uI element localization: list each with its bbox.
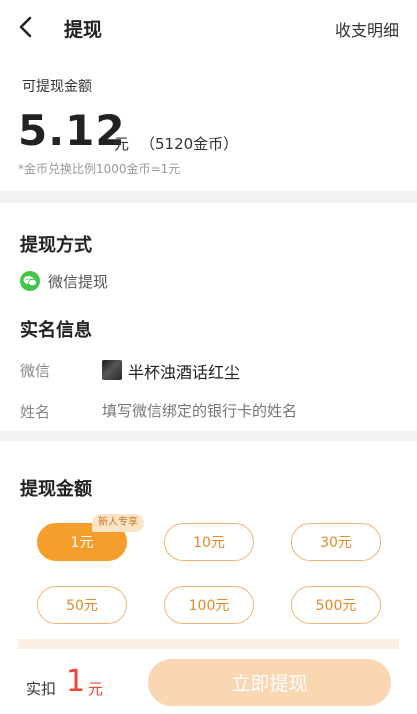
amount-title: 提现金额 <box>20 479 92 500</box>
balance-coins: （5120金币） <box>140 135 239 153</box>
amount-option-50[interactable]: 50元 <box>37 586 127 624</box>
page-title: 提现 <box>64 19 103 41</box>
decorative-divider <box>18 639 399 649</box>
balance-unit: 元 <box>114 135 130 153</box>
footer-bar: 实扣 1 元 立即提现 <box>0 650 417 714</box>
balance-section: 可提现金额 5.12 元 （5120金币） *金币兑换比例1000金币=1元 <box>0 56 417 191</box>
new-user-badge: 新人专享 <box>92 514 144 532</box>
balance-label: 可提现金额 <box>22 79 92 95</box>
method-section: 提现方式 微信提现 实名信息 微信 半杯浊酒话红尘 姓名 <box>0 203 417 431</box>
pay-label: 实扣 <box>26 680 57 698</box>
pay-unit: 元 <box>88 680 104 698</box>
amount-option-100[interactable]: 100元 <box>164 586 254 624</box>
balance-amount: 5.12 <box>18 106 126 155</box>
amount-option-500[interactable]: 500元 <box>291 586 381 624</box>
details-link[interactable]: 收支明细 <box>335 17 399 41</box>
amount-option-10[interactable]: 10元 <box>164 523 254 561</box>
method-title: 提现方式 <box>20 235 92 256</box>
pay-amount: 1 <box>66 664 86 699</box>
withdraw-button[interactable]: 立即提现 <box>148 659 391 706</box>
wechat-label: 微信 <box>20 362 51 380</box>
back-icon[interactable] <box>14 14 40 40</box>
exchange-rate-note: *金币兑换比例1000金币=1元 <box>18 162 181 176</box>
wechat-option-label: 微信提现 <box>48 273 109 291</box>
name-label: 姓名 <box>20 403 51 421</box>
amount-option-30[interactable]: 30元 <box>291 523 381 561</box>
name-input[interactable] <box>102 400 382 422</box>
wechat-nickname: 半杯浊酒话红尘 <box>128 363 241 382</box>
header-bar: 提现 收支明细 <box>0 0 417 56</box>
realname-title: 实名信息 <box>20 320 92 341</box>
wechat-icon <box>20 271 40 291</box>
avatar <box>102 360 122 380</box>
